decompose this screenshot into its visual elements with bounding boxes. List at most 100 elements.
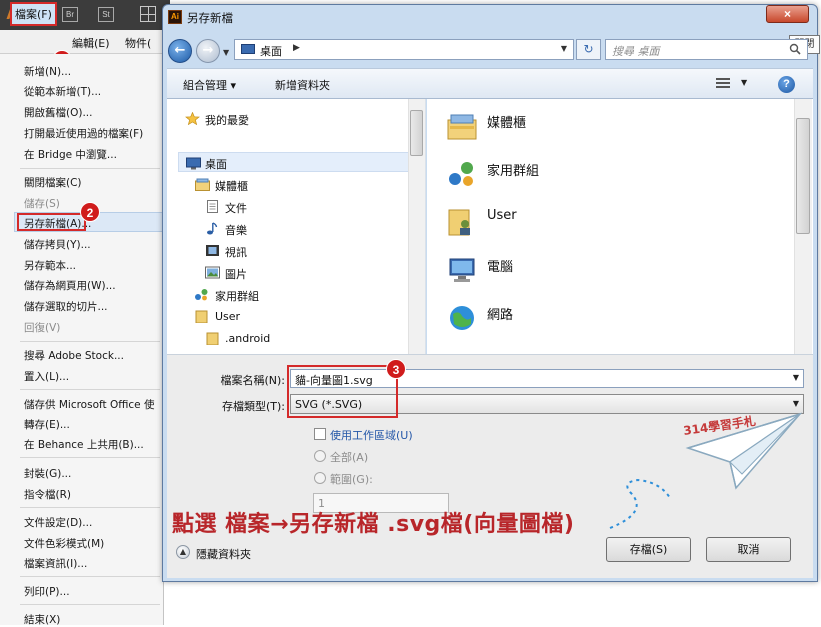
search-box[interactable]: 搜尋 桌面 <box>605 39 808 60</box>
radio-range[interactable] <box>314 472 326 484</box>
menu-separator <box>20 341 160 342</box>
menu-item-revert: 回復(V) <box>24 322 61 334</box>
filename-label: 檔案名稱(N): <box>220 374 285 387</box>
history-dropdown-icon[interactable]: ▼ <box>223 48 229 57</box>
menu-item-search-stock[interactable]: 搜尋 Adobe Stock... <box>24 348 124 363</box>
menu-item-file-info[interactable]: 檔案資訊(I)... <box>24 556 87 571</box>
radio-all[interactable] <box>314 450 326 462</box>
hide-folders-toggle[interactable]: 隱藏資料夾 <box>196 546 251 562</box>
stock-badge[interactable]: St <box>98 7 114 22</box>
menu-item-open-recent[interactable]: 打開最近使用過的檔案(F) <box>24 126 143 141</box>
music-icon <box>207 222 218 235</box>
menu-item-export[interactable]: 轉存(E)... <box>24 417 70 432</box>
menu-item-place[interactable]: 置入(L)... <box>24 369 69 384</box>
nav-item-videos[interactable]: 視訊 <box>225 244 247 260</box>
menu-separator <box>20 576 160 577</box>
menu-item-package[interactable]: 封裝(G)... <box>24 466 71 481</box>
menu-item-close[interactable]: 關閉檔案(C) <box>24 175 82 190</box>
menu-item-browse-bridge[interactable]: 在 Bridge 中瀏覽... <box>24 147 117 162</box>
menu-item-print[interactable]: 列印(P)... <box>24 584 70 599</box>
filename-dropdown-icon[interactable]: ▼ <box>793 373 799 382</box>
homegroup-icon <box>195 289 208 301</box>
menu-separator <box>20 457 160 458</box>
menu-item-save-slices[interactable]: 儲存選取的切片... <box>24 299 108 314</box>
desktop-icon <box>186 157 201 170</box>
menu-item-color-mode[interactable]: 文件色彩模式(M) <box>24 536 104 551</box>
folder-icon <box>206 332 219 345</box>
menu-file[interactable]: 檔案(F) <box>10 2 57 26</box>
menu-item-new-from-template[interactable]: 從範本新增(T)... <box>24 84 101 99</box>
view-dropdown-icon[interactable]: ▼ <box>741 78 747 87</box>
library-icon <box>447 114 477 140</box>
step-badge-3: 3 <box>386 359 406 379</box>
use-artboards-checkbox[interactable] <box>314 428 326 440</box>
nav-scroll-thumb[interactable] <box>410 110 423 156</box>
filetype-highlight-box <box>287 365 398 418</box>
cancel-button[interactable]: 取消 <box>706 537 791 562</box>
nav-item-desktop[interactable]: 桌面 <box>205 156 227 172</box>
nav-item-homegroup[interactable]: 家用群組 <box>215 288 259 304</box>
back-button[interactable]: ← <box>168 39 192 63</box>
nav-item-user[interactable]: User <box>215 310 240 323</box>
video-icon <box>206 245 219 256</box>
nav-item-documents[interactable]: 文件 <box>225 200 247 216</box>
view-options-icon[interactable] <box>716 78 730 90</box>
pictures-icon <box>205 266 220 279</box>
save-as-highlight-box <box>17 213 86 231</box>
menu-item-share-behance[interactable]: 在 Behance 上共用(B)... <box>24 437 144 452</box>
file-item-user[interactable]: User <box>487 208 517 223</box>
file-list <box>427 99 813 354</box>
menu-item-save-copy[interactable]: 儲存拷貝(Y)... <box>24 237 91 252</box>
menu-object[interactable]: 物件( <box>125 35 151 51</box>
menu-item-save: 儲存(S) <box>24 198 60 210</box>
save-button[interactable]: 存檔(S) <box>606 537 691 562</box>
menu-separator <box>20 604 160 605</box>
nav-item-music[interactable]: 音樂 <box>225 222 247 238</box>
menu-separator <box>20 168 160 169</box>
illustrator-app-icon: Ai <box>168 10 182 24</box>
menu-edit[interactable]: 編輯(E) <box>72 35 110 51</box>
forward-button[interactable]: → <box>196 39 220 63</box>
menu-item-scripts[interactable]: 指令檔(R) <box>24 487 71 502</box>
organize-button[interactable]: 組合管理 ▾ <box>183 77 236 93</box>
new-folder-button[interactable]: 新增資料夾 <box>275 77 330 93</box>
close-button[interactable]: × <box>766 5 809 23</box>
star-icon <box>185 112 200 125</box>
menu-separator <box>20 389 160 390</box>
menu-item-save-template[interactable]: 另存範本... <box>24 258 76 273</box>
file-item-network[interactable]: 網路 <box>487 304 513 323</box>
step-badge-2: 2 <box>80 202 100 222</box>
collapse-icon[interactable]: ▲ <box>176 545 190 559</box>
file-item-computer[interactable]: 電腦 <box>487 256 513 275</box>
address-text: 桌面 <box>260 45 282 58</box>
breadcrumb-arrow-icon[interactable]: ▶ <box>293 43 300 53</box>
user-folder-icon <box>195 310 208 323</box>
menu-item-new[interactable]: 新增(N)... <box>24 64 71 79</box>
menu-separator <box>20 507 160 508</box>
document-icon <box>207 200 218 213</box>
file-scroll-thumb[interactable] <box>796 118 810 234</box>
help-icon[interactable]: ? <box>778 76 795 93</box>
nav-item-android[interactable]: .android <box>225 332 270 345</box>
radio-all-label: 全部(A) <box>330 451 369 464</box>
menu-item-save-web[interactable]: 儲存為網頁用(W)... <box>24 278 116 293</box>
address-bar[interactable]: 桌面 ▶ ▼ <box>234 39 574 60</box>
menu-item-open[interactable]: 開啟舊檔(O)... <box>24 105 92 120</box>
menu-item-save-office[interactable]: 儲存供 Microsoft Office 使 <box>24 397 154 412</box>
nav-item-libraries[interactable]: 媒體櫃 <box>215 178 248 194</box>
library-icon <box>195 178 210 191</box>
search-input[interactable]: 搜尋 桌面 <box>612 43 660 59</box>
filetype-label: 存檔類型(T): <box>221 400 285 413</box>
search-icon[interactable] <box>789 43 801 55</box>
menu-item-document-setup[interactable]: 文件設定(D)... <box>24 515 92 530</box>
refresh-button[interactable]: ↻ <box>576 39 601 60</box>
file-item-homegroup[interactable]: 家用群組 <box>487 160 539 179</box>
address-dropdown-icon[interactable]: ▼ <box>561 44 567 53</box>
use-artboards-label: 使用工作區域(U) <box>330 429 413 442</box>
workspace-grid-icon[interactable] <box>140 6 156 22</box>
bridge-badge[interactable]: Br <box>62 7 78 22</box>
nav-item-pictures[interactable]: 圖片 <box>225 266 247 282</box>
file-item-libraries[interactable]: 媒體櫃 <box>487 112 526 131</box>
user-folder-icon <box>448 209 470 236</box>
nav-item-favorites[interactable]: 我的最愛 <box>205 112 249 128</box>
